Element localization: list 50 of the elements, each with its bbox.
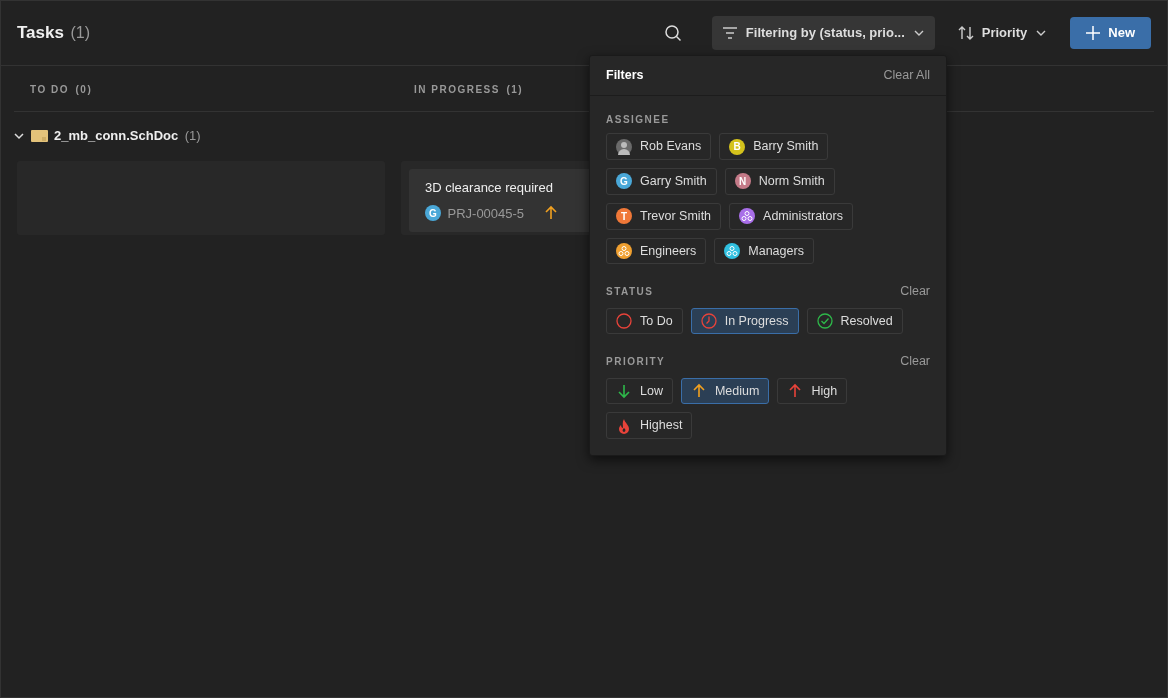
plus-icon: [1086, 26, 1101, 40]
new-button[interactable]: New: [1070, 17, 1151, 49]
panel-title: Filters: [606, 67, 644, 84]
filter-chip[interactable]: T Trevor Smith: [606, 202, 722, 230]
filter-chip[interactable]: Highest: [606, 412, 693, 439]
clear-all-link[interactable]: Clear All: [883, 66, 930, 85]
section-title: PRIORITY: [606, 355, 666, 370]
clear-link[interactable]: Clear: [900, 352, 930, 371]
filter-chip[interactable]: Resolved: [806, 307, 903, 335]
column-count: (0): [75, 83, 93, 97]
section-title: ASSIGNEE: [606, 112, 670, 127]
avatar: [616, 138, 632, 155]
avatar: B: [729, 138, 746, 155]
column-title: TO DO: [30, 83, 69, 97]
task-id: PRJ-00045-5: [447, 204, 525, 223]
sort-button[interactable]: Priority: [947, 16, 1058, 50]
filter-chip[interactable]: Low: [606, 377, 673, 405]
check-circle-icon: [816, 312, 833, 329]
sort-icon: [957, 25, 974, 41]
task-count: (1): [70, 23, 90, 44]
group-count: (1): [184, 127, 201, 145]
filter-chip[interactable]: In Progress: [690, 307, 799, 335]
filter-chip[interactable]: Engineers: [606, 237, 707, 265]
filter-chip[interactable]: To Do: [606, 307, 683, 335]
clear-link[interactable]: Clear: [900, 282, 930, 301]
filter-button[interactable]: Filtering by (status, prio...: [711, 16, 935, 50]
filter-chip[interactable]: B Barry Smith: [719, 133, 829, 160]
column-count: (1): [506, 83, 524, 97]
filter-chip[interactable]: N Norm Smith: [724, 168, 835, 195]
group-name[interactable]: 2_mb_conn.SchDoc: [54, 126, 179, 146]
section-title: STATUS: [606, 285, 654, 300]
page-title: Tasks: [17, 22, 64, 45]
circle-icon: [616, 312, 632, 329]
filter-chip[interactable]: Managers: [714, 237, 814, 265]
avatar: T: [616, 208, 632, 225]
filter-icon: [721, 26, 738, 40]
filter-chip[interactable]: G Garry Smith: [606, 168, 717, 195]
avatar: G: [616, 173, 632, 190]
filter-chip[interactable]: Medium: [680, 377, 770, 405]
avatar: G: [425, 205, 441, 222]
filter-chip[interactable]: Rob Evans: [606, 133, 712, 160]
search-icon: [664, 24, 683, 42]
document-icon: [30, 129, 48, 142]
filter-chip[interactable]: High: [777, 377, 848, 405]
chevron-down-icon[interactable]: [14, 130, 24, 141]
column-title: IN PROGRESS: [414, 83, 500, 97]
filter-chip[interactable]: Administrators: [729, 202, 853, 230]
clock-icon: [700, 312, 717, 329]
avatar: N: [734, 173, 751, 190]
card-title: 3D clearance required: [425, 178, 554, 197]
